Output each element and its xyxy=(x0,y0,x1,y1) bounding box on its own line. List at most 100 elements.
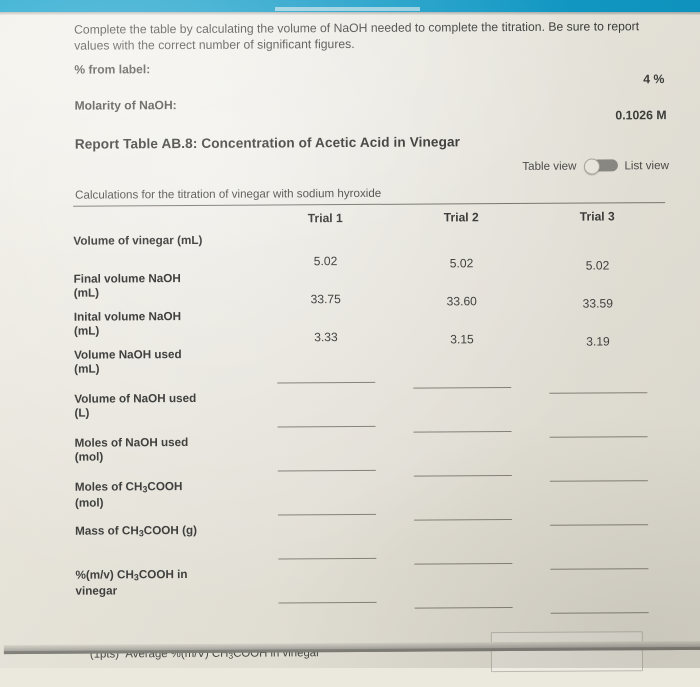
data-cell: 3.19 xyxy=(530,307,666,349)
data-cell: 5.02 xyxy=(529,231,665,273)
answer-blank-cell[interactable] xyxy=(530,389,666,438)
cell-content xyxy=(530,348,666,394)
blank-underline[interactable] xyxy=(414,607,513,609)
table-row: Volume of NaOH used (L) xyxy=(74,389,666,438)
answer-blank-cell[interactable] xyxy=(395,522,531,567)
answer-blank-cell[interactable] xyxy=(531,565,667,614)
blank-underline[interactable] xyxy=(278,601,377,604)
cell-content xyxy=(531,524,667,570)
blank-underline[interactable] xyxy=(414,519,513,521)
table-row: %(m/v) CH3COOH in vinegar xyxy=(75,565,667,614)
answer-blank-cell[interactable] xyxy=(531,477,667,526)
cell-content xyxy=(259,476,395,521)
cell-value: 5.02 xyxy=(313,254,338,269)
blank-underline[interactable] xyxy=(413,387,512,389)
row-label: Volume NaOH used (mL) xyxy=(74,348,182,376)
answer-blank-cell[interactable] xyxy=(395,434,531,479)
blank-underline[interactable] xyxy=(413,475,512,477)
cell-content xyxy=(395,478,531,523)
cell-content xyxy=(531,480,667,526)
answer-blank-cell[interactable] xyxy=(259,435,395,480)
answer-blank-cell[interactable] xyxy=(531,433,667,482)
data-cell: 33.75 xyxy=(258,271,394,310)
table-body: Volume of vinegar (mL) 5.02 5.02 5.02 Final … xyxy=(73,231,667,614)
cell-content xyxy=(259,432,395,477)
row-label: Volume of NaOH used (L) xyxy=(74,391,197,420)
table-row: Inital volume NaOH (mL) 3.33 3.15 3.19 xyxy=(74,307,666,349)
answer-blank-cell[interactable] xyxy=(395,566,531,611)
molarity-naoh-value: 0.1026 M xyxy=(615,108,667,123)
cell-value: 3.19 xyxy=(586,334,610,349)
cell-value: 33.59 xyxy=(582,296,613,311)
percent-from-label-row: % from label: 4 % xyxy=(74,59,664,90)
view-toggle-switch[interactable] xyxy=(583,158,618,175)
cell-content: 3.15 xyxy=(394,308,530,347)
data-cell: 5.02 xyxy=(393,232,529,271)
answer-blank-cell[interactable] xyxy=(394,390,530,435)
cell-value: 5.02 xyxy=(449,256,474,271)
cell-content: 33.60 xyxy=(394,270,530,309)
blank-underline[interactable] xyxy=(278,513,377,516)
percent-from-label-label: % from label: xyxy=(74,62,151,77)
blank-underline[interactable] xyxy=(413,431,512,433)
cell-content xyxy=(530,392,666,438)
cell-content: 3.33 xyxy=(258,306,394,345)
column-header-label xyxy=(73,206,257,235)
accent-bar-highlight xyxy=(275,7,420,11)
answer-blank-cell[interactable] xyxy=(531,521,667,570)
answer-blank-cell[interactable] xyxy=(395,478,531,523)
cell-content xyxy=(395,566,531,611)
answer-blank-cell[interactable] xyxy=(259,567,395,612)
cell-value: 3.33 xyxy=(314,330,338,345)
cell-value: 5.02 xyxy=(585,258,610,273)
answer-blank-cell[interactable] xyxy=(259,479,395,524)
cell-content xyxy=(258,388,394,433)
cell-content: 33.75 xyxy=(258,268,394,307)
blank-underline[interactable] xyxy=(277,425,376,428)
answer-blank-cell[interactable] xyxy=(258,347,394,392)
answer-blank-cell[interactable] xyxy=(530,345,666,394)
blank-underline[interactable] xyxy=(414,563,513,565)
molarity-naoh-label: Molarity of NaOH: xyxy=(74,98,177,113)
toggle-knob[interactable] xyxy=(583,158,600,175)
column-header-trial-2: Trial 2 xyxy=(443,210,479,225)
list-view-label[interactable]: List view xyxy=(624,159,669,172)
percent-from-label-value: 4 % xyxy=(643,72,665,87)
data-cell: 5.02 xyxy=(257,233,393,272)
cell-value: 33.75 xyxy=(310,292,341,307)
cell-content xyxy=(259,520,395,565)
cell-content: 5.02 xyxy=(393,232,529,271)
cell-content xyxy=(531,436,667,482)
blank-underline[interactable] xyxy=(550,612,649,614)
average-question-row: (1pts) Average %(m/V) CH3COOH in vinegar xyxy=(78,631,668,687)
table-row: Moles of NaOH used (mol) xyxy=(75,433,667,482)
report-table-wrap: Calculations for the titration of vinega… xyxy=(73,185,668,614)
cell-content xyxy=(394,346,530,391)
page-content: Complete the table by calculating the vo… xyxy=(73,12,669,687)
assignment-page: Complete the table by calculating the vo… xyxy=(0,12,700,673)
cell-content xyxy=(259,564,395,609)
molarity-naoh-row: Molarity of NaOH: 0.1026 M xyxy=(74,95,667,126)
answer-blank-cell[interactable] xyxy=(394,346,530,391)
row-label: Inital volume NaOH (mL) xyxy=(73,310,182,338)
data-cell: 3.33 xyxy=(258,309,394,348)
row-label: Moles of CH3COOH (mol) xyxy=(74,480,183,510)
row-label: Volume of vinegar (mL) xyxy=(73,233,203,248)
row-label: Mass of CH3COOH (g) xyxy=(75,523,198,539)
instructions-text: Complete the table by calculating the vo… xyxy=(74,19,640,53)
average-answer-input[interactable] xyxy=(490,631,644,673)
row-label: Final volume NaOH (mL) xyxy=(73,272,181,300)
cell-content xyxy=(395,434,531,479)
table-row: Final volume NaOH (mL) 33.75 33.60 33.59 xyxy=(74,269,666,311)
cell-content: 3.19 xyxy=(530,310,666,349)
data-cell: 33.59 xyxy=(530,269,666,311)
table-row: Mass of CH3COOH (g) xyxy=(75,521,667,570)
view-mode-toggle[interactable]: Table view List view xyxy=(522,158,669,175)
answer-blank-cell[interactable] xyxy=(258,391,394,436)
cell-content: 5.02 xyxy=(257,230,393,269)
answer-blank-cell[interactable] xyxy=(259,523,395,568)
blank-underline[interactable] xyxy=(277,381,376,384)
blank-underline[interactable] xyxy=(278,557,377,560)
blank-underline[interactable] xyxy=(277,469,376,472)
table-view-label[interactable]: Table view xyxy=(522,159,576,172)
